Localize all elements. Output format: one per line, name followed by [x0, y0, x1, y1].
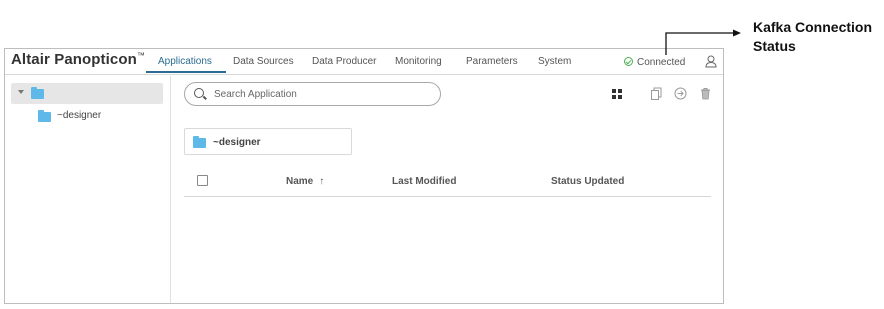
copy-icon[interactable] [650, 87, 663, 100]
table-header: Name ↑ Last Modified Status Updated [184, 167, 711, 197]
tab-data-sources[interactable]: Data Sources [233, 56, 294, 67]
column-last-modified[interactable]: Last Modified [392, 176, 456, 187]
brand-trademark: ™ [136, 51, 145, 60]
tab-applications[interactable]: Applications [158, 56, 212, 67]
folder-icon [31, 87, 44, 99]
folder-icon [38, 110, 51, 122]
tab-parameters[interactable]: Parameters [466, 56, 518, 67]
folder-card-label: ~designer [213, 137, 261, 148]
status-text: Connected [637, 57, 686, 68]
tree-root-folder[interactable] [11, 83, 163, 104]
top-navigation-bar: Altair Panopticon™ Applications Data Sou… [5, 49, 723, 75]
kafka-connection-status: Connected [624, 56, 685, 68]
select-all-checkbox[interactable] [197, 175, 208, 186]
column-name[interactable]: Name ↑ [286, 176, 324, 187]
annotation-label-line2: Status [753, 38, 796, 54]
tab-data-producer[interactable]: Data Producer [312, 56, 376, 67]
tab-system[interactable]: System [538, 56, 571, 67]
check-circle-icon [624, 57, 633, 66]
export-icon[interactable] [674, 87, 687, 100]
annotation-label-line1: Kafka Connection [753, 19, 873, 35]
app-window: Altair Panopticon™ Applications Data Sou… [4, 48, 724, 304]
caret-down-icon[interactable] [18, 90, 24, 94]
search-placeholder: Search Application [214, 89, 297, 100]
tree-item-designer[interactable]: ~designer [57, 110, 101, 121]
brand-name: Altair Panopticon [11, 51, 137, 68]
sort-ascending-icon[interactable]: ↑ [319, 176, 324, 187]
search-icon [194, 88, 204, 98]
trash-icon[interactable] [699, 87, 712, 100]
brand-logo: Altair Panopticon™ [11, 51, 145, 68]
folder-icon [193, 136, 206, 148]
search-application-input[interactable]: Search Application [184, 82, 441, 106]
grid-view-icon[interactable] [612, 89, 622, 99]
user-icon[interactable] [705, 55, 717, 68]
column-status-updated[interactable]: Status Updated [551, 176, 624, 187]
folder-card-designer[interactable]: ~designer [184, 128, 352, 155]
active-tab-indicator [146, 71, 226, 73]
tab-monitoring[interactable]: Monitoring [395, 56, 442, 67]
